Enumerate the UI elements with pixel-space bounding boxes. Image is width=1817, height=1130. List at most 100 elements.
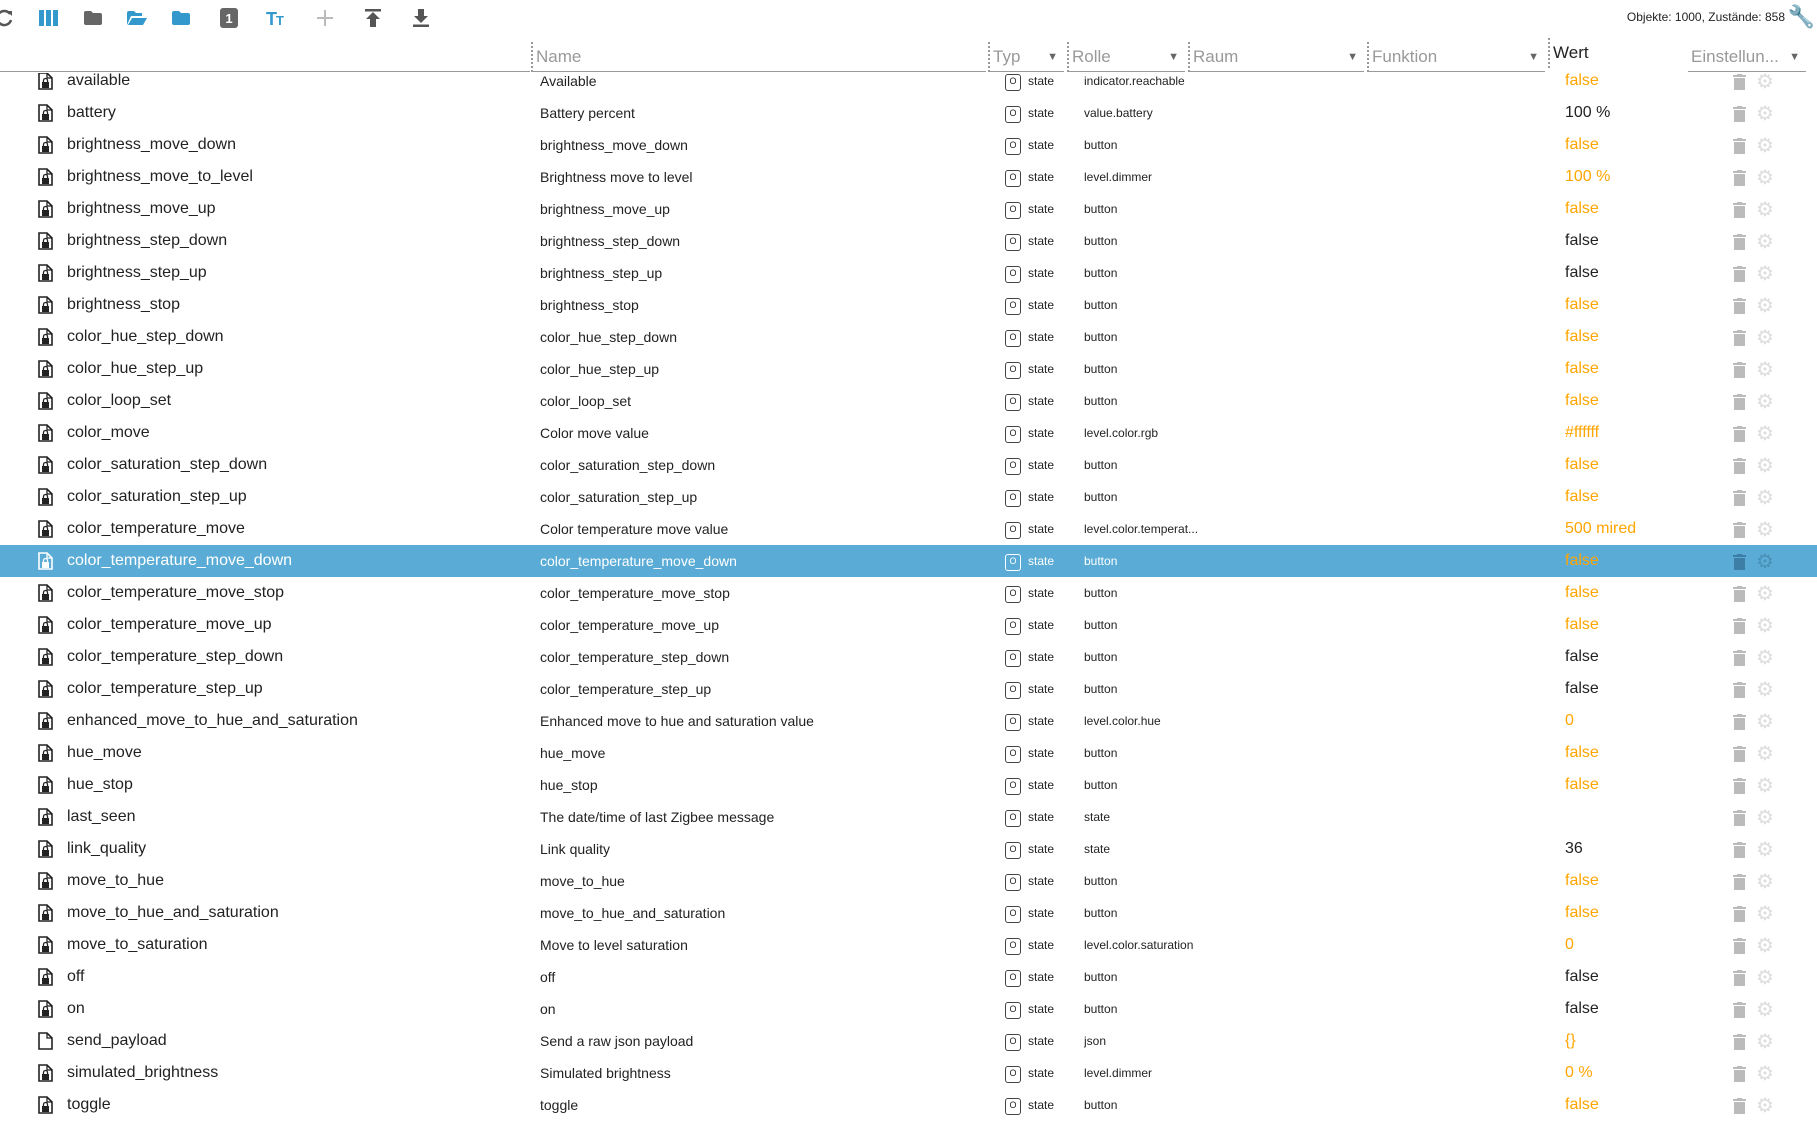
id-filter[interactable] [0, 42, 530, 72]
gear-icon[interactable]: ⚙ [1756, 904, 1774, 924]
object-id[interactable]: color_loop_set [67, 385, 527, 417]
trash-icon[interactable] [1733, 394, 1746, 410]
object-value[interactable]: 500 mired [1565, 513, 1636, 545]
trash-icon[interactable] [1733, 106, 1746, 122]
table-row[interactable]: color_temperature_move_up color_temperat… [0, 609, 1817, 641]
gear-icon[interactable]: ⚙ [1756, 1032, 1774, 1052]
object-value[interactable]: false [1565, 865, 1599, 897]
folder-open-icon[interactable] [124, 5, 150, 31]
table-row[interactable]: enhanced_move_to_hue_and_saturation Enha… [0, 705, 1817, 737]
table-row[interactable]: battery Battery percent O state value.ba… [0, 97, 1817, 129]
object-value[interactable]: 0 [1565, 705, 1574, 737]
trash-icon[interactable] [1733, 426, 1746, 442]
trash-icon[interactable] [1733, 810, 1746, 826]
gear-icon[interactable]: ⚙ [1756, 776, 1774, 796]
gear-icon[interactable]: ⚙ [1756, 968, 1774, 988]
typ-filter[interactable]: Typ ▼ [988, 42, 1064, 72]
trash-icon[interactable] [1733, 714, 1746, 730]
table-row[interactable]: last_seen The date/time of last Zigbee m… [0, 801, 1817, 833]
object-value[interactable]: false [1565, 289, 1599, 321]
table-row[interactable]: brightness_move_down brightness_move_dow… [0, 129, 1817, 161]
table-row[interactable]: brightness_step_down brightness_step_dow… [0, 225, 1817, 257]
table-row[interactable]: move_to_hue move_to_hue O state button f… [0, 865, 1817, 897]
table-row[interactable]: on on O state button false ⚙ [0, 993, 1817, 1025]
gear-icon[interactable]: ⚙ [1756, 520, 1774, 540]
gear-icon[interactable]: ⚙ [1756, 456, 1774, 476]
table-row[interactable]: available Available O state indicator.re… [0, 73, 1817, 97]
gear-icon[interactable]: ⚙ [1756, 360, 1774, 380]
object-id[interactable]: hue_stop [67, 769, 527, 801]
rolle-filter[interactable]: Rolle ▼ [1067, 42, 1185, 72]
gear-icon[interactable]: ⚙ [1756, 424, 1774, 444]
folder-icon[interactable] [168, 5, 194, 31]
gear-icon[interactable]: ⚙ [1756, 168, 1774, 188]
table-row[interactable]: brightness_move_up brightness_move_up O … [0, 193, 1817, 225]
object-id[interactable]: color_temperature_move_stop [67, 577, 527, 609]
gear-icon[interactable]: ⚙ [1756, 712, 1774, 732]
trash-icon[interactable] [1733, 842, 1746, 858]
table-row[interactable]: brightness_step_up brightness_step_up O … [0, 257, 1817, 289]
object-id[interactable]: color_temperature_move_up [67, 609, 527, 641]
table-row[interactable]: hue_stop hue_stop O state button false ⚙ [0, 769, 1817, 801]
table-row[interactable]: simulated_brightness Simulated brightnes… [0, 1057, 1817, 1089]
object-value[interactable]: {} [1565, 1025, 1576, 1057]
object-id[interactable]: move_to_hue [67, 865, 527, 897]
plus-icon[interactable] [312, 5, 338, 31]
trash-icon[interactable] [1733, 522, 1746, 538]
object-id[interactable]: battery [67, 97, 527, 129]
object-id[interactable]: simulated_brightness [67, 1057, 527, 1089]
gear-icon[interactable]: ⚙ [1756, 1064, 1774, 1084]
table-row[interactable]: move_to_hue_and_saturation move_to_hue_a… [0, 897, 1817, 929]
object-id[interactable]: move_to_hue_and_saturation [67, 897, 527, 929]
gear-icon[interactable]: ⚙ [1756, 584, 1774, 604]
trash-icon[interactable] [1733, 362, 1746, 378]
object-value[interactable]: false [1565, 993, 1599, 1025]
table-row[interactable]: color_move Color move value O state leve… [0, 417, 1817, 449]
trash-icon[interactable] [1733, 74, 1746, 90]
object-value[interactable]: false [1565, 321, 1599, 353]
object-value[interactable]: 36 [1565, 833, 1583, 865]
funktion-filter[interactable]: Funktion ▼ [1367, 42, 1545, 72]
trash-icon[interactable] [1733, 554, 1746, 570]
object-value[interactable]: 100 % [1565, 97, 1610, 129]
trash-icon[interactable] [1733, 202, 1746, 218]
trash-icon[interactable] [1733, 330, 1746, 346]
object-id[interactable]: color_hue_step_down [67, 321, 527, 353]
object-value[interactable]: false [1565, 1089, 1599, 1121]
object-value[interactable]: false [1565, 545, 1599, 577]
table-row[interactable]: color_saturation_step_down color_saturat… [0, 449, 1817, 481]
object-value[interactable]: false [1565, 641, 1599, 673]
object-value[interactable]: false [1565, 481, 1599, 513]
gear-icon[interactable]: ⚙ [1756, 936, 1774, 956]
gear-icon[interactable]: ⚙ [1756, 488, 1774, 508]
table-row[interactable]: color_temperature_move_stop color_temper… [0, 577, 1817, 609]
object-value[interactable]: false [1565, 737, 1599, 769]
gear-icon[interactable]: ⚙ [1756, 264, 1774, 284]
table-row[interactable]: color_loop_set color_loop_set O state bu… [0, 385, 1817, 417]
object-id[interactable]: color_hue_step_up [67, 353, 527, 385]
object-value[interactable]: false [1565, 577, 1599, 609]
object-id[interactable]: off [67, 961, 527, 993]
object-value[interactable]: 100 % [1565, 161, 1610, 193]
table-row[interactable]: color_saturation_step_up color_saturatio… [0, 481, 1817, 513]
object-id[interactable]: brightness_step_up [67, 257, 527, 289]
object-id[interactable]: brightness_step_down [67, 225, 527, 257]
gear-icon[interactable]: ⚙ [1756, 104, 1774, 124]
table-row[interactable]: brightness_move_to_level Brightness move… [0, 161, 1817, 193]
trash-icon[interactable] [1733, 1066, 1746, 1082]
object-id[interactable]: color_temperature_move [67, 513, 527, 545]
trash-icon[interactable] [1733, 650, 1746, 666]
object-value[interactable]: false [1565, 961, 1599, 993]
text-size-icon[interactable]: TT [264, 5, 290, 31]
object-id[interactable]: enhanced_move_to_hue_and_saturation [67, 705, 527, 737]
object-value[interactable]: false [1565, 73, 1599, 97]
object-id[interactable]: on [67, 993, 527, 1025]
table-row[interactable]: off off O state button false ⚙ [0, 961, 1817, 993]
table-row[interactable]: brightness_stop brightness_stop O state … [0, 289, 1817, 321]
object-value[interactable]: false [1565, 129, 1599, 161]
table-row[interactable]: color_temperature_move Color temperature… [0, 513, 1817, 545]
einstellungen-filter[interactable]: Einstellun... ▼ [1688, 42, 1806, 72]
trash-icon[interactable] [1733, 938, 1746, 954]
trash-icon[interactable] [1733, 746, 1746, 762]
trash-icon[interactable] [1733, 490, 1746, 506]
